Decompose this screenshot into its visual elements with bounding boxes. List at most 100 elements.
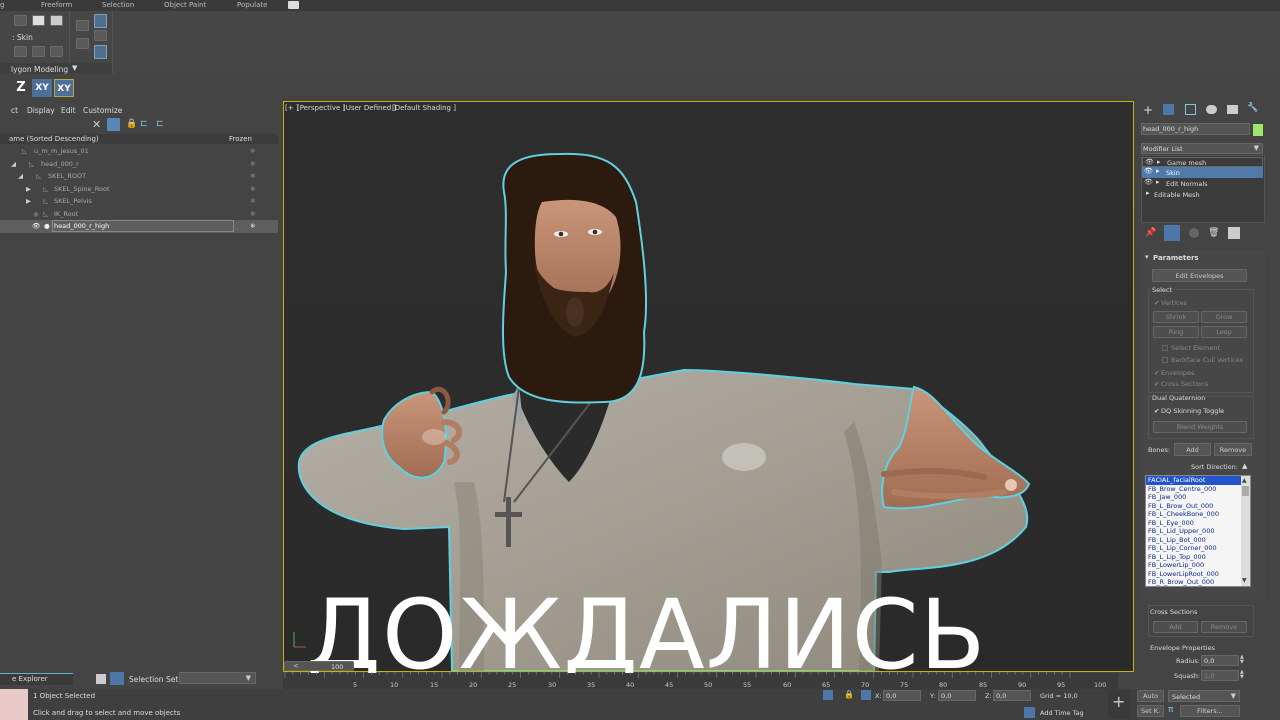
configure-icon[interactable] [1228,227,1240,239]
object-color-swatch[interactable] [1253,124,1263,136]
list-item[interactable]: FB_LowerLipRoot_000 [1146,570,1250,579]
squash-spinner[interactable]: ▲ ▼ [1240,670,1244,680]
cs-remove-button[interactable]: Remove [1201,621,1247,633]
list-item[interactable]: FB_L_Lip_Corner_000 [1146,544,1250,553]
key-mode-toggle[interactable]: + [1108,690,1130,718]
dq-checkbox[interactable]: ✔ [1154,407,1159,415]
preserve-uv-icon[interactable] [76,20,89,31]
loop-button[interactable]: Loop [1201,326,1247,338]
add-time-tag-label[interactable]: Add Time Tag [1040,709,1084,717]
table-row[interactable]: ◢ ◺ SKEL_ROOT ❄ [0,170,278,183]
tab-options-icon[interactable] [288,1,299,9]
backface-checkbox[interactable] [1162,357,1168,363]
cs-add-button[interactable]: Add [1153,621,1198,633]
edge-icon[interactable] [14,15,27,26]
table-row[interactable]: ◉ ◺ IK_Root ❄ [0,208,278,221]
selection-set-icon[interactable] [110,672,124,685]
normal-icon[interactable] [94,30,107,41]
list-item[interactable]: FB_R_Brow_Out_000 [1146,578,1250,586]
list-item[interactable]: FB_LowerLip_000 [1146,561,1250,570]
menu-edit[interactable]: Edit [61,106,76,115]
constraint-icon[interactable] [94,14,107,28]
scroll-up-icon[interactable]: ▲ [1242,477,1247,484]
edit-envelopes-button[interactable]: Edit Envelopes [1152,269,1247,282]
hierarchy-expand-icon[interactable]: ⊏ [156,119,164,129]
blend-weights-button[interactable]: Blend Weights [1153,421,1247,433]
squash-field[interactable]: 1,0 [1201,670,1239,681]
hierarchy-icon[interactable]: ⊏ [140,119,148,129]
make-unique-icon[interactable] [1189,228,1199,238]
axis-z-button[interactable]: Z [13,79,29,97]
list-item[interactable]: FB_L_Lip_Bot_000 [1146,536,1250,545]
radius-field[interactable]: 0,0 [1201,655,1239,666]
stack-item[interactable]: 👁 ▸ Edit Normals [1142,178,1263,189]
edge-constraint-icon[interactable] [94,45,107,59]
axis-xy-button[interactable]: XY [32,79,52,97]
key-filter-dropdown[interactable]: Selected ▼ [1168,690,1240,702]
loop-icon[interactable] [50,46,63,57]
stack-item-selected[interactable]: 👁 ▸ Skin [1142,167,1263,178]
envelopes-checkbox[interactable]: ✔ [1154,369,1159,377]
scroll-down-icon[interactable]: ▼ [1242,577,1247,584]
y-coordinate-field[interactable]: 0,0 [938,690,976,701]
layers-icon[interactable] [96,674,106,684]
polygon-modeling-label[interactable]: lygon Modeling [11,65,68,74]
stack-item[interactable]: ▸ Editable Mesh [1142,189,1263,200]
auto-key-button[interactable]: Auto [1137,690,1164,702]
menu-select[interactable]: ct [11,106,18,115]
table-row-selected[interactable]: 👁 ● head_000_r_high ❄ [0,220,278,233]
menu-display[interactable]: Display [27,106,55,115]
lock-icon[interactable]: 🔒 [126,119,137,129]
pin-icon[interactable]: 📌 [1145,228,1156,238]
tab-modeling[interactable]: g [0,0,4,11]
list-item[interactable]: FB_Brow_Centre_000 [1146,485,1250,494]
remove-bone-button[interactable]: Remove [1214,443,1252,456]
z-coordinate-field[interactable]: 0,0 [993,690,1031,701]
tab-populate[interactable]: Populate [237,0,267,11]
tab-selection[interactable]: Selection [102,0,134,11]
stack-item[interactable]: 👁 ▸ Game mesh [1142,157,1263,167]
filters-button[interactable]: Filters... [1180,705,1240,717]
selection-lock-icon[interactable]: 🔒 [844,690,854,699]
border-icon[interactable] [32,15,45,26]
ring-button[interactable]: Ring [1153,326,1199,338]
axis-xy-cycle-button[interactable]: XY [54,79,74,97]
vertices-checkbox[interactable]: ✔ [1154,299,1159,307]
bone-list[interactable]: FACIAL_facialRoot FB_Brow_Centre_000 FB_… [1145,475,1251,587]
grow-button[interactable]: Grow [1201,311,1247,323]
display-icon[interactable] [1227,105,1238,114]
trash-icon[interactable]: 🗑 [1208,228,1219,238]
list-item[interactable]: FB_L_CheekBone_000 [1146,510,1250,519]
absolute-mode-icon[interactable] [861,690,871,700]
hierarchy-panel-icon[interactable] [1185,104,1196,115]
column-frozen[interactable]: Frozen [229,135,252,143]
time-slider[interactable]: <100 [284,661,354,671]
maxscript-listener[interactable] [0,689,28,720]
list-item[interactable]: FACIAL_facialRoot [1146,476,1250,485]
modify-icon[interactable] [1163,104,1174,115]
utilities-icon[interactable]: 🔧 [1247,103,1258,113]
scrollbar-thumb[interactable] [1242,486,1249,496]
shrink-button[interactable]: Shrink [1153,311,1199,323]
tab-object-paint[interactable]: Object Paint [164,0,206,11]
table-row[interactable]: ▶ ◺ SKEL_Spine_Root ❄ [0,183,278,196]
list-item[interactable]: FB_L_Eye_000 [1146,519,1250,528]
table-row[interactable]: ▶ ◺ SKEL_Pelvis ❄ [0,195,278,208]
cross-sections-checkbox[interactable]: ✔ [1154,380,1159,388]
ring-icon[interactable] [32,46,45,57]
sort-direction-icon[interactable]: ▲ [1242,462,1247,470]
list-item[interactable]: FB_Jaw_000 [1146,493,1250,502]
radius-spinner[interactable]: ▲ ▼ [1240,655,1244,665]
selection-set-dropdown[interactable]: ▼ [179,672,256,684]
filter-icon[interactable] [107,118,120,131]
timeline-ruler[interactable] [283,672,1118,690]
motion-icon[interactable] [1206,105,1217,114]
show-end-result-icon[interactable] [1164,225,1180,241]
create-icon[interactable]: + [1143,103,1153,117]
isolate-icon[interactable] [823,690,833,700]
explorer-tab-label[interactable]: e Explorer [12,675,48,683]
column-name[interactable]: ame (Sorted Descending) [9,135,99,143]
parameters-title[interactable]: Parameters [1153,254,1199,262]
select-element-checkbox[interactable] [1162,345,1168,351]
x-coordinate-field[interactable]: 0,0 [883,690,921,701]
